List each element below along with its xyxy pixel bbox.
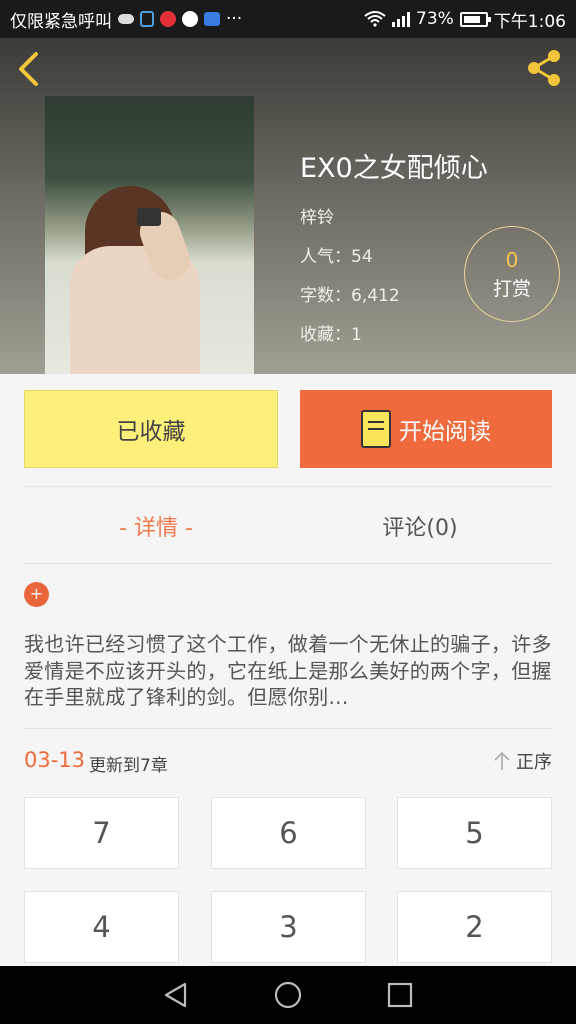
tab-comments[interactable]: 评论(0)	[288, 500, 552, 552]
arrow-up-icon	[494, 751, 510, 770]
wifi-icon	[364, 11, 386, 27]
book-word-count: 字数：6,412	[300, 286, 400, 306]
qq-icon	[182, 11, 198, 27]
carrier-text: 仅限紧急呼叫	[10, 11, 112, 32]
nav-home-button[interactable]	[268, 975, 308, 1015]
book-info: EX0之女配倾心 梓铃 人气：54 字数：6,412 收藏：1	[300, 146, 488, 345]
tip-count: 0	[505, 247, 519, 272]
chapter-button[interactable]: 2	[397, 891, 552, 963]
book-synopsis[interactable]: 我也许已经习惯了这个工作，做着一个无休止的骗子，许多爱情是不应该开头的，它在纸上…	[24, 631, 552, 711]
share-icon	[528, 50, 560, 86]
status-bar: 仅限紧急呼叫 ··· 73% 下午1:06	[0, 0, 576, 38]
signal-icon	[392, 11, 411, 27]
more-notifications: ···	[226, 9, 243, 29]
circle-home-icon	[274, 981, 302, 1009]
book-title: EX0之女配倾心	[300, 153, 488, 184]
baidu-icon	[204, 12, 220, 26]
chevron-left-icon	[19, 52, 38, 86]
sort-button[interactable]: 正序	[494, 748, 552, 774]
sort-label: 正序	[516, 752, 552, 773]
divider	[24, 728, 552, 729]
triangle-back-icon	[164, 982, 187, 1008]
chapter-button[interactable]: 3	[211, 891, 366, 963]
favorited-button[interactable]: 已收藏	[24, 390, 278, 468]
battery-percent: 73%	[416, 9, 454, 29]
square-recents-icon	[387, 982, 413, 1008]
chapter-button[interactable]: 6	[211, 797, 366, 869]
book-cover	[45, 96, 254, 374]
expand-button[interactable]: +	[24, 582, 49, 607]
system-nav-bar	[0, 966, 576, 1024]
book-icon	[361, 410, 391, 448]
divider	[24, 486, 552, 487]
tip-button[interactable]: 0 打赏	[464, 226, 560, 322]
back-button[interactable]	[12, 48, 52, 92]
nav-recents-button[interactable]	[380, 975, 420, 1015]
video-icon	[160, 11, 176, 27]
chapter-button[interactable]: 5	[397, 797, 552, 869]
book-author[interactable]: 梓铃	[300, 203, 488, 228]
lock-icon	[140, 11, 154, 27]
book-favorites: 收藏：1	[300, 325, 362, 345]
favorited-label: 已收藏	[116, 419, 186, 445]
tip-label: 打赏	[492, 277, 531, 300]
battery-icon	[459, 11, 491, 27]
divider	[24, 563, 552, 564]
clock: 下午1:06	[493, 11, 566, 32]
cloud-icon	[118, 14, 134, 24]
start-reading-button[interactable]: 开始阅读	[300, 390, 552, 468]
update-text: 更新到7章	[89, 756, 168, 776]
share-button[interactable]	[522, 46, 566, 90]
nav-back-button[interactable]	[156, 975, 196, 1015]
book-header: EX0之女配倾心 梓铃 人气：54 字数：6,412 收藏：1 0 打赏	[0, 38, 576, 374]
tab-detail[interactable]: - 详情 -	[24, 500, 288, 552]
update-date: 03-13	[24, 748, 86, 772]
book-popularity: 人气：54	[300, 247, 373, 267]
chapter-button[interactable]: 4	[24, 891, 179, 963]
chapter-button[interactable]: 7	[24, 797, 179, 869]
start-reading-label: 开始阅读	[399, 419, 491, 445]
